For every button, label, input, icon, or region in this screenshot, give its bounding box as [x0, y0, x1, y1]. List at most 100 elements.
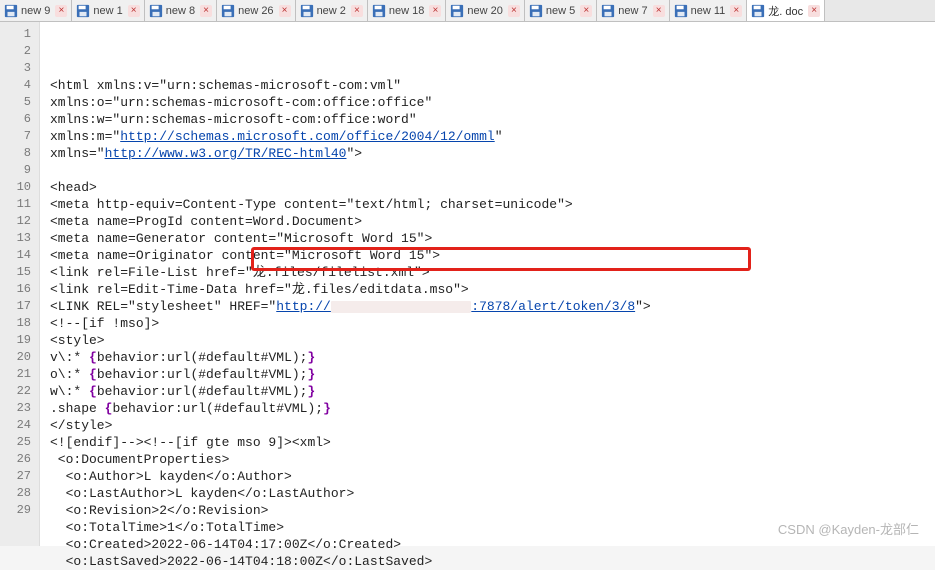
- file-icon: [674, 4, 688, 18]
- close-icon[interactable]: ×: [128, 5, 140, 17]
- file-icon: [149, 4, 163, 18]
- line-number: 25: [0, 434, 39, 451]
- line-number: 19: [0, 332, 39, 349]
- editor: 1234567891011121314151617181920212223242…: [0, 22, 935, 546]
- file-icon: [751, 4, 765, 18]
- code-line: o\:* {behavior:url(#default#VML);}: [50, 366, 935, 383]
- tab-label: new 1: [93, 5, 122, 17]
- line-number-gutter: 1234567891011121314151617181920212223242…: [0, 22, 40, 546]
- file-icon: [529, 4, 543, 18]
- line-number: 22: [0, 383, 39, 400]
- code-area[interactable]: <html xmlns:v="urn:schemas-microsoft-com…: [40, 22, 935, 546]
- code-line: <meta http-equiv=Content-Type content="t…: [50, 196, 935, 213]
- code-line: <LINK REL="stylesheet" HREF="http:// :78…: [50, 298, 935, 315]
- tab-new-8[interactable]: new 8 ×: [145, 0, 217, 21]
- close-icon[interactable]: ×: [808, 5, 820, 17]
- tab-bar: new 9×new 1×new 8×new 26×new 2×new 18×ne…: [0, 0, 935, 22]
- code-line: [50, 162, 935, 179]
- tab-label: new 5: [546, 5, 575, 17]
- close-icon[interactable]: ×: [200, 5, 212, 17]
- line-number: 7: [0, 128, 39, 145]
- code-line: <o:LastSaved>2022-06-14T04:18:00Z</o:Las…: [50, 553, 935, 570]
- close-icon[interactable]: ×: [653, 5, 665, 17]
- code-line: <head>: [50, 179, 935, 196]
- line-number: 29: [0, 502, 39, 519]
- line-number: 20: [0, 349, 39, 366]
- tab-label: new 26: [238, 5, 273, 17]
- code-line: <o:Author>L kayden</o:Author>: [50, 468, 935, 485]
- tab-label: new 9: [21, 5, 50, 17]
- tab-label: new 20: [467, 5, 502, 17]
- close-icon[interactable]: ×: [351, 5, 363, 17]
- code-line: <!--[if !mso]>: [50, 315, 935, 332]
- tab-new-11[interactable]: new 11 ×: [670, 0, 748, 21]
- close-icon[interactable]: ×: [429, 5, 441, 17]
- code-line: <meta name=Originator content="Microsoft…: [50, 247, 935, 264]
- line-number: 9: [0, 162, 39, 179]
- tab-label: new 2: [317, 5, 346, 17]
- code-line: <o:TotalTime>1</o:TotalTime>: [50, 519, 935, 536]
- line-number: 6: [0, 111, 39, 128]
- tab-label: new 8: [166, 5, 195, 17]
- tab-new-20[interactable]: new 20 ×: [446, 0, 524, 21]
- close-icon[interactable]: ×: [279, 5, 291, 17]
- code-line: <o:LastAuthor>L kayden</o:LastAuthor>: [50, 485, 935, 502]
- code-line: xmlns="http://www.w3.org/TR/REC-html40">: [50, 145, 935, 162]
- close-icon[interactable]: ×: [580, 5, 592, 17]
- tab-new-9[interactable]: new 9 ×: [0, 0, 72, 21]
- code-line: <link rel=File-List href="龙.files/fileli…: [50, 264, 935, 281]
- tab-new-26[interactable]: new 26 ×: [217, 0, 295, 21]
- line-number: 23: [0, 400, 39, 417]
- line-number: 18: [0, 315, 39, 332]
- code-line: <style>: [50, 332, 935, 349]
- code-line: <meta name=ProgId content=Word.Document>: [50, 213, 935, 230]
- tab-new-1[interactable]: new 1 ×: [72, 0, 144, 21]
- file-icon: [372, 4, 386, 18]
- line-number: 21: [0, 366, 39, 383]
- line-number: 2: [0, 43, 39, 60]
- line-number: 27: [0, 468, 39, 485]
- tab-label: new 7: [618, 5, 647, 17]
- line-number: 11: [0, 196, 39, 213]
- file-icon: [221, 4, 235, 18]
- tab-new-18[interactable]: new 18 ×: [368, 0, 446, 21]
- file-icon: [4, 4, 18, 18]
- code-line: xmlns:w="urn:schemas-microsoft-com:offic…: [50, 111, 935, 128]
- line-number: 14: [0, 247, 39, 264]
- line-number: 4: [0, 77, 39, 94]
- line-number: 17: [0, 298, 39, 315]
- line-number: 24: [0, 417, 39, 434]
- close-icon[interactable]: ×: [508, 5, 520, 17]
- tab-new-2[interactable]: new 2 ×: [296, 0, 368, 21]
- tab-label: new 11: [691, 5, 726, 17]
- close-icon[interactable]: ×: [55, 5, 67, 17]
- code-line: <o:Created>2022-06-14T04:17:00Z</o:Creat…: [50, 536, 935, 553]
- line-number: 5: [0, 94, 39, 111]
- file-icon: [601, 4, 615, 18]
- code-line: xmlns:o="urn:schemas-microsoft-com:offic…: [50, 94, 935, 111]
- code-line: </style>: [50, 417, 935, 434]
- tab-label: new 18: [389, 5, 424, 17]
- code-line: v\:* {behavior:url(#default#VML);}: [50, 349, 935, 366]
- code-line: xmlns:m="http://schemas.microsoft.com/of…: [50, 128, 935, 145]
- line-number: 26: [0, 451, 39, 468]
- line-number: 15: [0, 264, 39, 281]
- line-number: 10: [0, 179, 39, 196]
- line-number: 16: [0, 281, 39, 298]
- code-line: <link rel=Edit-Time-Data href="龙.files/e…: [50, 281, 935, 298]
- code-line: <o:DocumentProperties>: [50, 451, 935, 468]
- line-number: 28: [0, 485, 39, 502]
- tab-label: 龙. doc: [768, 3, 803, 19]
- line-number: 8: [0, 145, 39, 162]
- close-icon[interactable]: ×: [730, 5, 742, 17]
- tab-new-7[interactable]: new 7 ×: [597, 0, 669, 21]
- line-number: 13: [0, 230, 39, 247]
- tab-龙.-doc[interactable]: 龙. doc ×: [747, 0, 825, 21]
- code-line: <o:Revision>2</o:Revision>: [50, 502, 935, 519]
- file-icon: [450, 4, 464, 18]
- line-number: 3: [0, 60, 39, 77]
- code-line: <![endif]--><!--[if gte mso 9]><xml>: [50, 434, 935, 451]
- code-line: <meta name=Generator content="Microsoft …: [50, 230, 935, 247]
- tab-new-5[interactable]: new 5 ×: [525, 0, 597, 21]
- line-number: 12: [0, 213, 39, 230]
